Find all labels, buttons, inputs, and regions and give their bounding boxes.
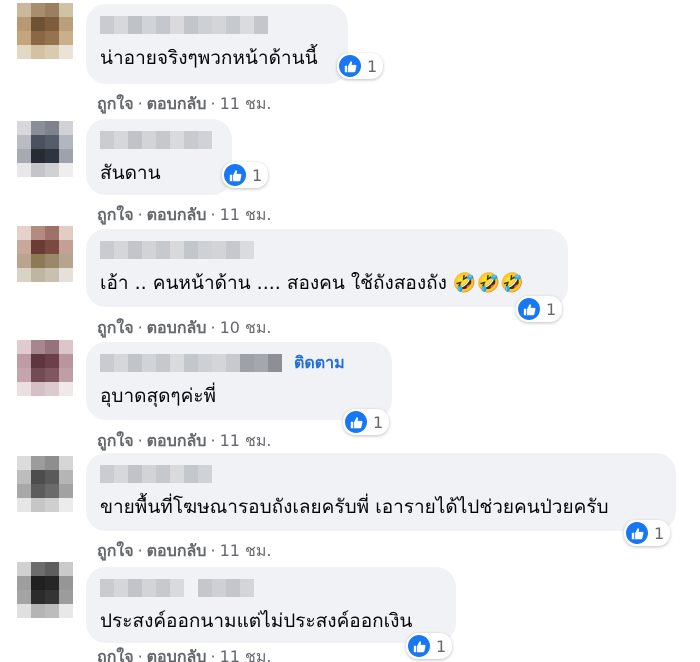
comment-actions: ถูกใจ · ตอบกลับ · 10 ชม. [97,318,272,337]
author-name[interactable] [100,579,254,597]
like-link[interactable]: ถูกใจ [97,318,134,337]
like-thumbs-up-icon [518,298,540,320]
reply-link[interactable]: ตอบกลับ [147,541,207,560]
like-link[interactable]: ถูกใจ [97,94,134,113]
reaction-count-label: 1 [654,523,665,543]
comment-text: เอ้า .. คนหน้าด้าน .... สองคน ใช้ถังสองถ… [100,272,524,294]
avatar[interactable] [17,562,73,618]
reaction-count[interactable]: 1 [406,633,453,659]
like-link[interactable]: ถูกใจ [97,647,134,662]
reply-link[interactable]: ตอบกลับ [147,431,207,450]
timestamp[interactable]: 11 ชม. [220,431,272,450]
reaction-count-label: 1 [252,165,263,185]
like-thumbs-up-icon [345,411,367,433]
reply-link[interactable]: ตอบกลับ [147,647,207,662]
comment-bubble: เอ้า .. คนหน้าด้าน .... สองคน ใช้ถังสองถ… [86,229,568,307]
author-name[interactable] [100,131,212,149]
like-link[interactable]: ถูกใจ [97,205,134,224]
reply-link[interactable]: ตอบกลับ [147,318,207,337]
comment-text: ขายพื้นที่โฆษณารอบถังเลยครับพี่ เอารายได… [100,496,609,518]
comment-actions: ถูกใจ · ตอบกลับ · 11 ชม. [97,205,272,224]
comment-bubble: น่าอายจริงๆพวกหน้าด้านนี้ [86,4,348,84]
reaction-count-label: 1 [367,56,378,76]
reaction-count[interactable]: 1 [624,520,671,546]
comment-text: ประสงค์ออกนามแต่ไม่ประสงค์ออกเงิน [100,610,413,632]
reaction-count-label: 1 [546,299,557,319]
avatar[interactable] [17,3,73,59]
like-thumbs-up-icon [339,55,361,77]
comment-bubble: ประสงค์ออกนามแต่ไม่ประสงค์ออกเงิน [86,567,456,643]
comment-text: สันดาน [100,162,161,184]
like-thumbs-up-icon [408,635,430,657]
comment-text: อุบาดสุดๆค่ะพี่ [100,385,217,407]
avatar[interactable] [17,226,73,282]
reply-link[interactable]: ตอบกลับ [147,205,207,224]
comment-actions: ถูกใจ · ตอบกลับ · 11 ชม. [97,94,272,113]
author-name[interactable] [100,16,268,34]
like-thumbs-up-icon [626,522,648,544]
comment-actions: ถูกใจ · ตอบกลับ · 11 ชม. [97,541,272,560]
comment-bubble: ขายพื้นที่โฆษณารอบถังเลยครับพี่ เอารายได… [86,453,676,531]
reaction-count-label: 1 [373,412,384,432]
avatar[interactable] [17,340,73,396]
reaction-count[interactable]: 1 [337,53,384,79]
comment-actions: ถูกใจ · ตอบกลับ · 11 ชม. [97,431,272,450]
author-name[interactable] [100,241,254,259]
timestamp[interactable]: 11 ชม. [220,647,272,662]
comment-actions: ถูกใจ · ตอบกลับ · 11 ชม. [97,645,272,662]
comment-bubble: สันดาน [86,119,232,195]
author-name[interactable] [100,354,282,372]
timestamp[interactable]: 11 ชม. [220,205,272,224]
author-name[interactable] [100,465,212,483]
comment-text: น่าอายจริงๆพวกหน้าด้านนี้ [100,47,318,69]
reaction-count[interactable]: 1 [343,409,390,435]
follow-link[interactable]: ติดตาม [294,351,345,376]
reaction-count-label: 1 [436,636,447,656]
avatar[interactable] [17,456,73,512]
like-link[interactable]: ถูกใจ [97,541,134,560]
like-link[interactable]: ถูกใจ [97,431,134,450]
timestamp[interactable]: 10 ชม. [220,318,272,337]
timestamp[interactable]: 11 ชม. [220,541,272,560]
like-thumbs-up-icon [224,164,246,186]
comment-bubble: ติดตาม อุบาดสุดๆค่ะพี่ [86,342,392,420]
reaction-count[interactable]: 1 [222,162,269,188]
avatar[interactable] [17,121,73,177]
timestamp[interactable]: 11 ชม. [220,94,272,113]
reaction-count[interactable]: 1 [516,296,563,322]
reply-link[interactable]: ตอบกลับ [147,94,207,113]
